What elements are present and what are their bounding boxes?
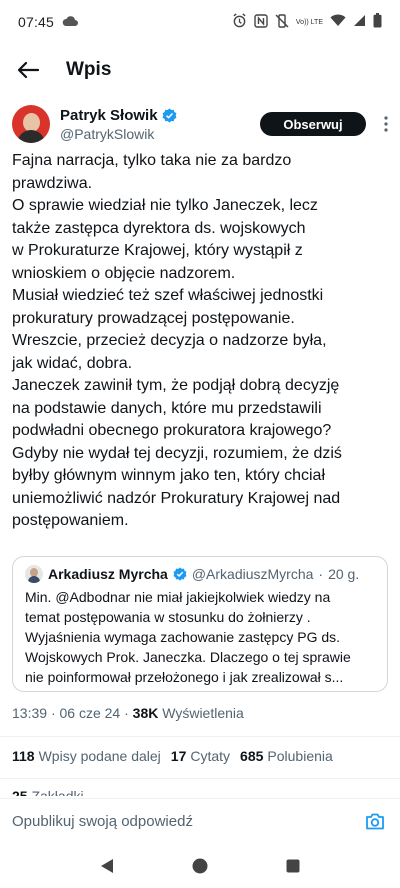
separator-dot: ·: [50, 705, 56, 721]
likes-stat[interactable]: 685 Polubienia: [240, 748, 333, 764]
author-handle[interactable]: @PatrykSlowik: [60, 126, 177, 142]
tweet-line: jak widać, dobra.: [12, 354, 133, 372]
quoted-tweet-header: Arkadiusz Myrcha @ArkadiuszMyrcha · 20 g…: [25, 565, 375, 583]
quotes-count: 17: [170, 748, 187, 764]
tweet-line: O sprawie wiedział nie tylko Janeczek, l…: [12, 197, 318, 214]
wifi-icon: [330, 14, 346, 30]
quote-line: Wyjaśnienia wymaga zachowanie zastępcy P…: [25, 629, 341, 645]
tweet-line: Musiał wiedzieć też szef właściwej jedno…: [12, 287, 324, 304]
tweet-line: uniemożliwić nadzór Prokuratury Krajowej…: [12, 489, 341, 507]
quote-line: nie poinformował przełożonego i jak zrea…: [25, 669, 344, 685]
author-name[interactable]: Patryk Słowik: [60, 107, 158, 124]
reply-composer: Opublikuj swoją odpowiedź: [0, 798, 400, 844]
tweet-line: byłby głównym winnym jako ten, który chc…: [12, 467, 326, 484]
quotes-stat[interactable]: 17 Cytaty: [171, 748, 230, 764]
quoted-tweet-text: Min. @Adbodnar nie miał jakiejkolwiek wi…: [25, 587, 375, 687]
page-title: Wpis: [66, 59, 112, 80]
views-count: 38K: [132, 705, 159, 721]
reposts-stat[interactable]: 118 Wpisy podane dalej: [12, 748, 161, 764]
author-row: Patryk Słowik @PatrykSlowik Obserwuj: [12, 100, 388, 148]
quote-line: temat postępowania w stosunku do żołnier…: [25, 609, 311, 625]
tweet-line: prokuratury prowadzącej postępowanie.: [12, 309, 295, 327]
reposts-label: Wpisy podane dalej: [38, 748, 161, 764]
reposts-count: 118: [12, 748, 35, 764]
status-bar: 07:45 Vo)) LTE: [0, 0, 400, 44]
triangle-back-icon: [100, 859, 113, 873]
signal-icon: [353, 14, 366, 30]
nav-back-button[interactable]: [87, 846, 127, 886]
tweet-line: Wreszcie, przecież decyzja o nadzorze by…: [12, 332, 327, 349]
separator-dot: ·: [124, 705, 129, 721]
quoted-avatar: [25, 565, 43, 583]
bookmarks-stat[interactable]: 25 Zakładki: [12, 788, 84, 796]
views-label: Wyświetlenia: [162, 705, 244, 721]
verified-badge-icon: [173, 567, 187, 581]
arrow-left-icon: [17, 61, 39, 79]
verified-badge-icon: [162, 107, 176, 123]
circle-home-icon: [192, 858, 208, 874]
tweet-line: Fajna narracja, tylko taka nie za bardzo: [12, 152, 292, 169]
more-options-button[interactable]: [366, 116, 388, 132]
more-vertical-icon: [384, 116, 388, 132]
tweet-line: także zastępca dyrektora ds. wojskowych: [12, 219, 306, 237]
top-header: Wpis: [0, 44, 400, 96]
back-button[interactable]: [0, 44, 56, 96]
reply-input[interactable]: Opublikuj swoją odpowiedź: [12, 813, 193, 830]
tweet-line: Janeczek zawinił tym, że podjął dobrą de…: [12, 377, 340, 394]
mute-icon: [275, 13, 289, 31]
tweet-meta: 13:39 · 06 cze 24 · 38K Wyświetlenia: [12, 705, 244, 721]
system-nav-bar: [0, 844, 400, 888]
square-recents-icon: [286, 859, 300, 873]
likes-label: Polubienia: [267, 748, 333, 764]
tweet-line: Gdyby nie wydał tej decyzji, rozumiem, ż…: [12, 444, 342, 462]
quoted-author-name: Arkadiusz Myrcha: [48, 566, 168, 582]
status-time: 07:45: [18, 14, 55, 30]
divider: [0, 778, 400, 779]
separator-dot: ·: [318, 566, 324, 582]
nav-home-button[interactable]: [180, 846, 220, 886]
tweet-time: 13:39: [12, 705, 48, 721]
tweet-body: Fajna narracja, tylko taka nie za bardzo…: [12, 150, 392, 533]
alarm-icon: [232, 13, 247, 31]
likes-count: 685: [240, 748, 264, 764]
tweet-date: 06 cze 24: [59, 705, 121, 721]
camera-icon: [366, 813, 384, 830]
cloud-icon: [62, 14, 79, 30]
quoted-author-handle: @ArkadiuszMyrcha: [191, 566, 314, 582]
volte-icon: Vo)) LTE: [295, 18, 323, 26]
tweet-line: wnioskiem o objęcie nadzorem.: [12, 264, 236, 282]
divider: [0, 736, 400, 737]
tweet-line: na podstawie danych, które mu przedstawi…: [12, 399, 322, 417]
quoted-date: 20 g.: [328, 566, 360, 582]
tweet-line: w Prokuraturze Krajowej, który wystąpił …: [12, 242, 303, 259]
quote-line: Min. @Adbodnar nie miał jakiejkolwiek wi…: [25, 589, 331, 605]
engagement-stats: 118 Wpisy podane dalej 17 Cytaty 685 Polubi…: [12, 748, 333, 764]
quotes-label: Cytaty: [190, 748, 231, 764]
quote-line: Wojskowych Prok. Janeczka. Dlaczego o te…: [25, 649, 351, 665]
quoted-tweet[interactable]: Arkadiusz Myrcha @ArkadiuszMyrcha · 20 g…: [12, 556, 388, 692]
tweet-line: postępowaniem.: [12, 512, 129, 529]
bookmarks-count: 25: [12, 788, 28, 796]
author-info: Patryk Słowik @PatrykSlowik: [60, 107, 177, 142]
battery-icon: [373, 13, 382, 31]
tweet-line: prawdziwa.: [12, 174, 93, 192]
follow-button[interactable]: Obserwuj: [260, 112, 366, 136]
camera-button[interactable]: [362, 809, 388, 835]
avatar[interactable]: [12, 105, 50, 143]
nav-recents-button[interactable]: [273, 846, 313, 886]
bookmarks-label: Zakładki: [31, 788, 84, 796]
tweet-line: podwładni obecnego prokuratora krajowego…: [12, 422, 332, 439]
nfc-icon: [254, 13, 268, 31]
